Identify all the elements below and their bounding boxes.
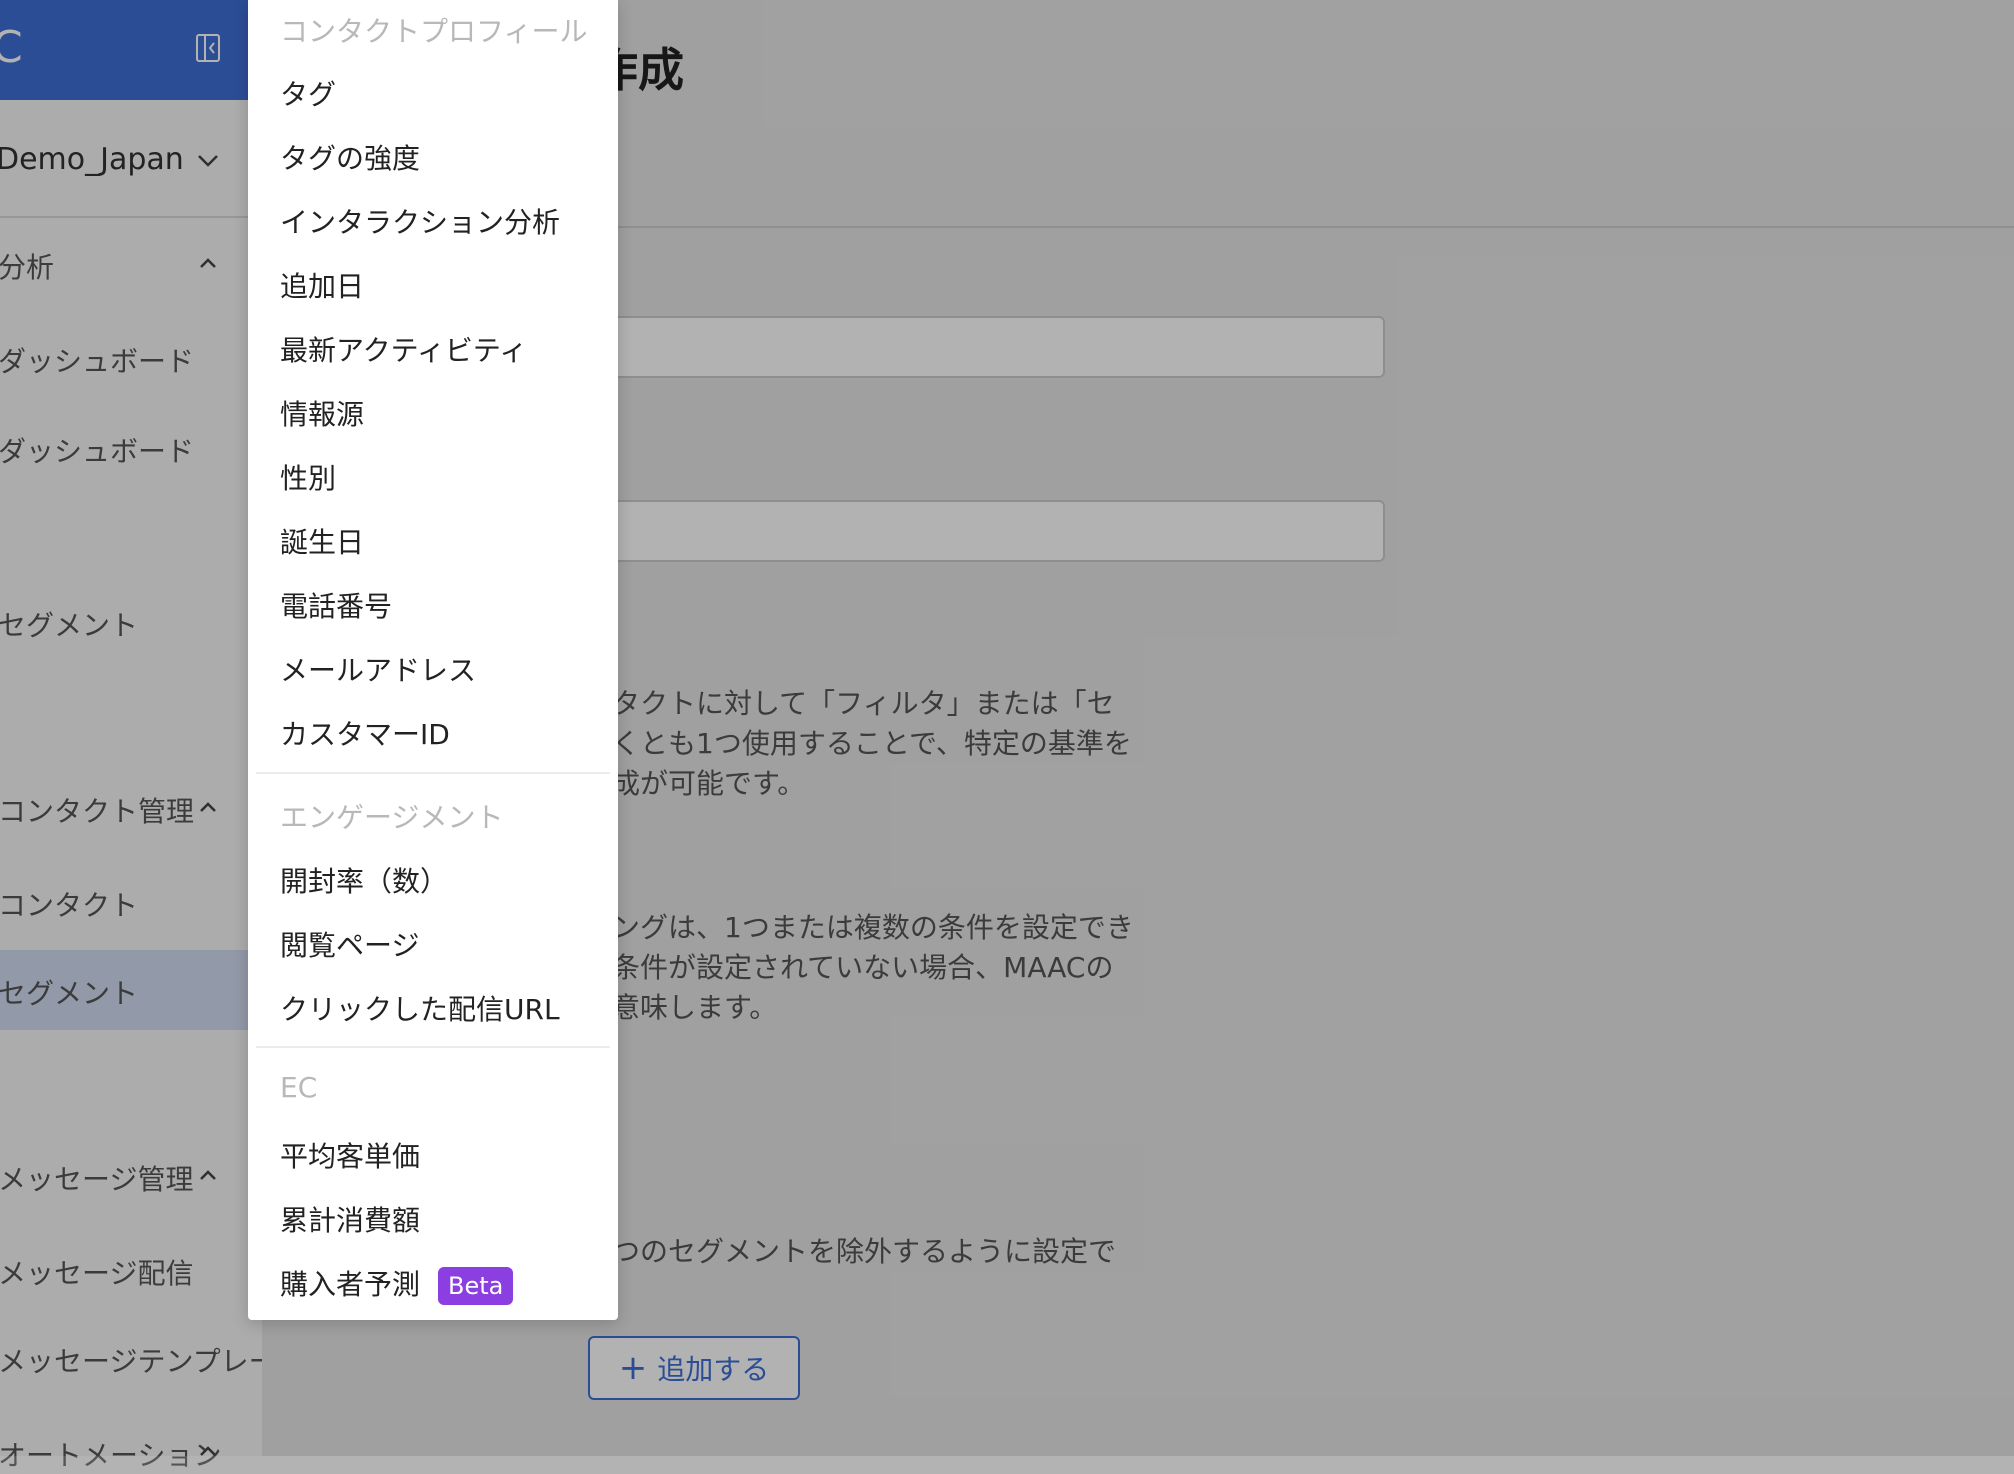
menu-item-total-spend[interactable]: 累計消費額	[280, 1199, 420, 1239]
group-title-engagement: エンゲージメント	[280, 801, 504, 834]
menu-item-buyer-prediction[interactable]: 購入者予測 Beta	[280, 1263, 514, 1305]
menu-item-interaction-analysis[interactable]: インタラクション分析	[280, 201, 560, 241]
menu-item-customer-id[interactable]: カスタマーID	[280, 713, 450, 753]
menu-item-viewed-page[interactable]: 閲覧ページ	[280, 924, 419, 964]
group-title-ec: EC	[280, 1071, 318, 1104]
menu-item-buyer-prediction-label: 購入者予測	[280, 1268, 421, 1301]
menu-item-open-rate[interactable]: 開封率（数）	[280, 860, 448, 900]
menu-item-email[interactable]: メールアドレス	[280, 649, 476, 689]
menu-item-phone[interactable]: 電話番号	[280, 585, 392, 625]
menu-item-added-date[interactable]: 追加日	[280, 265, 364, 305]
menu-divider	[256, 1046, 610, 1048]
filter-dropdown-menu: コンタクトプロフィール タグ タグの強度 インタラクション分析 追加日 最新アク…	[248, 0, 618, 1320]
menu-item-gender[interactable]: 性別	[280, 457, 336, 497]
menu-item-tag[interactable]: タグ	[280, 73, 336, 113]
menu-item-birthday[interactable]: 誕生日	[280, 521, 364, 561]
menu-item-clicked-url[interactable]: クリックした配信URL	[280, 988, 560, 1028]
group-title-contact-profile: コンタクトプロフィール	[280, 15, 588, 48]
menu-item-latest-activity[interactable]: 最新アクティビティ	[280, 329, 527, 369]
menu-item-source[interactable]: 情報源	[280, 393, 364, 433]
beta-badge: Beta	[438, 1267, 514, 1305]
menu-item-average-order-value[interactable]: 平均客単価	[280, 1135, 420, 1175]
menu-divider	[256, 772, 610, 774]
menu-item-tag-strength[interactable]: タグの強度	[280, 137, 420, 177]
